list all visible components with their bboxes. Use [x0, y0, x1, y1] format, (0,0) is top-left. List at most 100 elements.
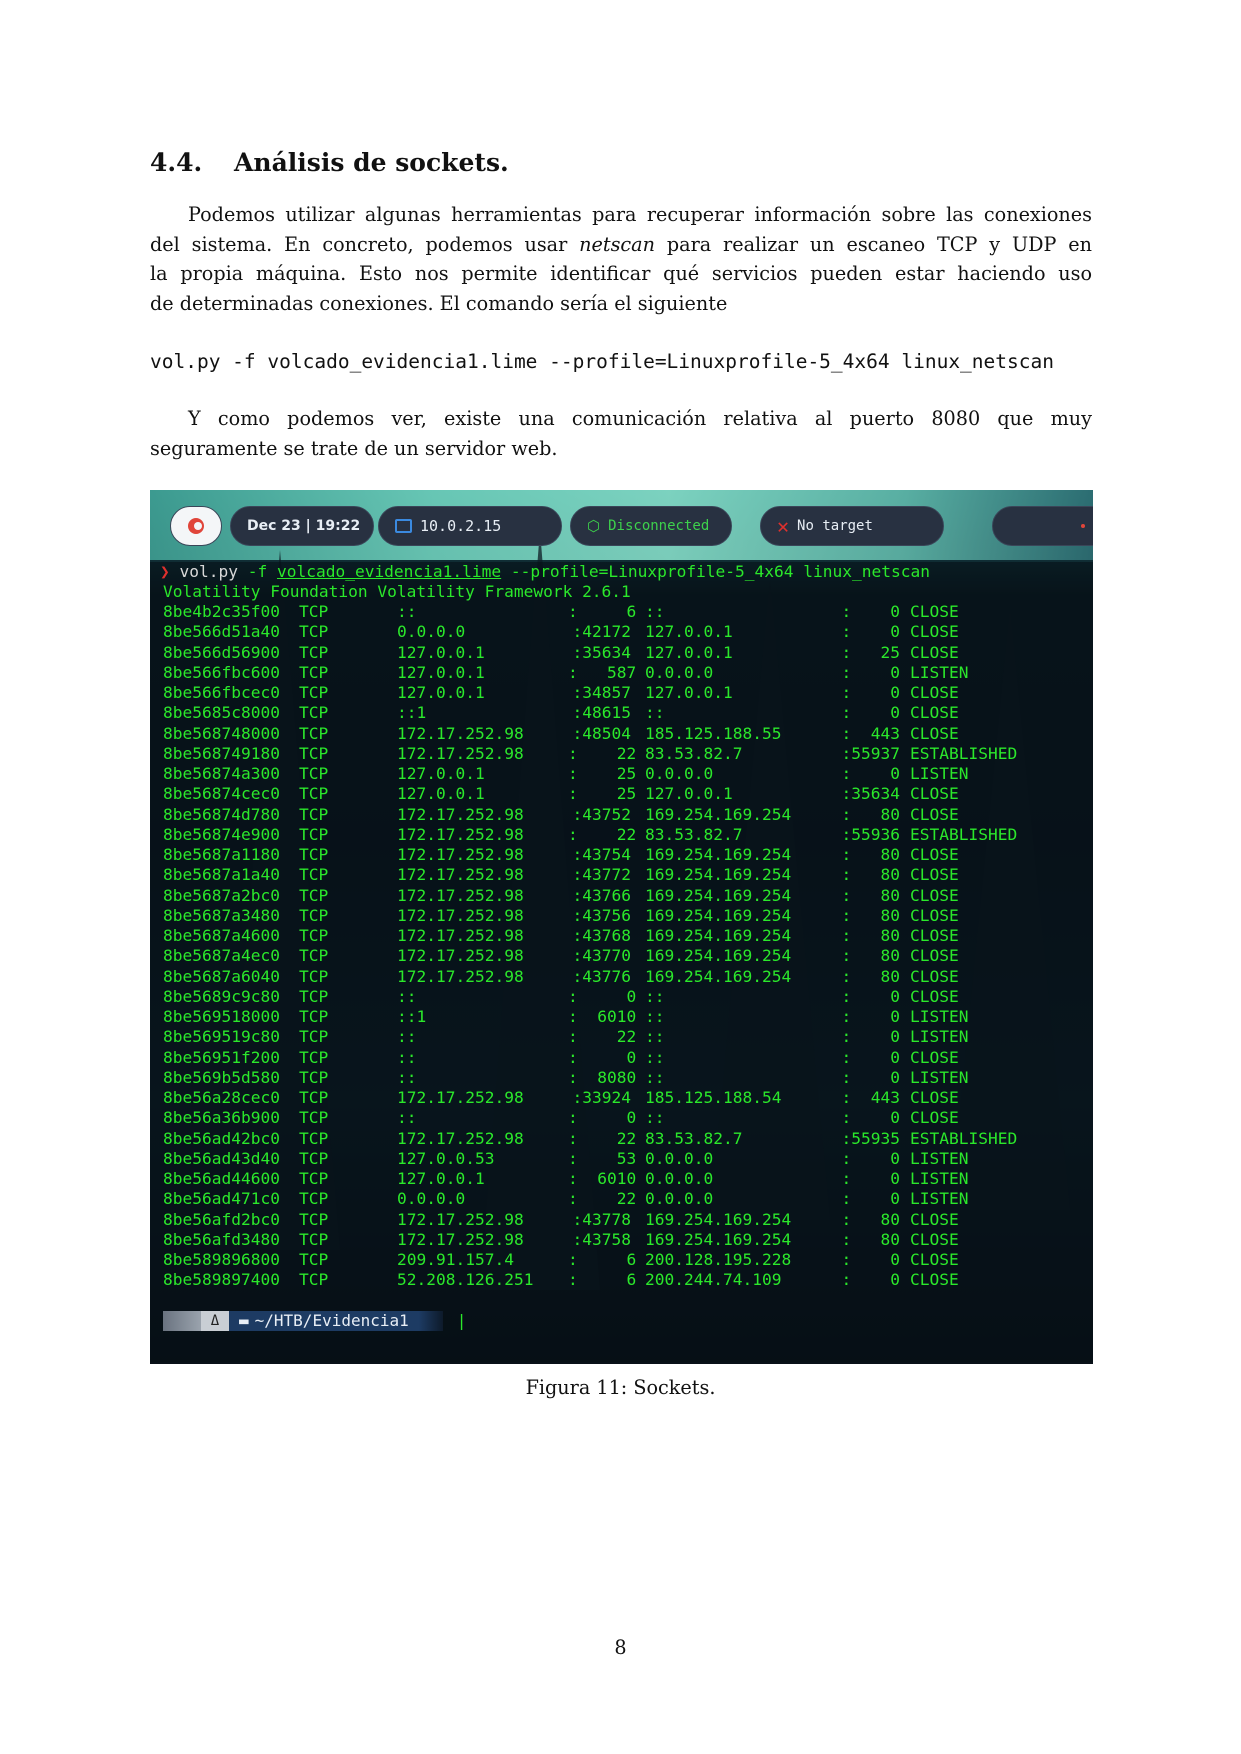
row-protocol: TCP: [299, 926, 329, 945]
row-remote-address: 169.254.169.254: [645, 845, 792, 864]
row-protocol: TCP: [299, 1209, 329, 1229]
row-remote-port: : 80: [841, 845, 900, 864]
row-local-address: 172.17.252.98: [397, 865, 524, 885]
row-local-port: :48615: [572, 703, 631, 723]
row-remote-port: :35634: [841, 784, 900, 804]
row-offset: 8be56a36b900: [163, 1108, 280, 1128]
row-protocol: TCP: [299, 845, 329, 864]
row-offset: 8be5687a4ec0: [163, 946, 280, 966]
row-local-port: :43758: [572, 1229, 631, 1249]
target-widget[interactable]: ✕ No target: [760, 506, 944, 546]
row-protocol: TCP: [299, 1270, 329, 1290]
row-offset: 8be566fbcec0: [163, 683, 280, 702]
row-protocol: TCP: [299, 1169, 329, 1188]
row-remote-address: 169.254.169.254: [645, 1229, 792, 1249]
row-local-port: : 25: [568, 784, 637, 804]
para1-line-2: del sistema. En concreto, podemos usar n…: [150, 230, 1092, 260]
row-state: CLOSE: [910, 946, 959, 966]
target-text: No target: [797, 518, 873, 534]
row-protocol: TCP: [299, 1047, 329, 1067]
row-state: CLOSE: [910, 905, 959, 925]
row-remote-address: ::: [645, 1067, 665, 1087]
row-state: CLOSE: [910, 845, 959, 864]
row-protocol: TCP: [299, 885, 329, 905]
ip-widget[interactable]: 10.0.2.15: [378, 506, 562, 546]
row-state: LISTEN: [910, 764, 969, 783]
paragraph-conclusion: Y como podemos ver, existe una comunicac…: [150, 404, 1092, 463]
row-local-address: 172.17.252.98: [397, 1128, 524, 1148]
row-state: CLOSE: [910, 1088, 959, 1107]
row-remote-address: 169.254.169.254: [645, 1209, 792, 1229]
row-protocol: TCP: [299, 1027, 329, 1047]
row-protocol: TCP: [299, 642, 329, 662]
row-remote-address: 127.0.0.1: [645, 642, 733, 662]
row-remote-address: 169.254.169.254: [645, 804, 792, 824]
row-offset: 8be566d56900: [163, 642, 280, 662]
row-state: CLOSE: [910, 784, 959, 804]
row-state: CLOSE: [910, 723, 959, 743]
row-local-port: :48504: [572, 723, 631, 743]
window-controls-widget[interactable]: [992, 506, 1093, 546]
row-local-port: : 22: [568, 743, 637, 763]
row-remote-port: : 80: [841, 1209, 900, 1229]
row-remote-address: 169.254.169.254: [645, 905, 792, 925]
prompt-segment-end: [418, 1311, 443, 1331]
row-state: CLOSE: [910, 926, 959, 945]
row-protocol: TCP: [299, 1148, 329, 1168]
row-protocol: TCP: [299, 824, 329, 844]
prompt-file: volcado_evidencia1.lime: [276, 562, 502, 581]
row-local-address: ::: [397, 986, 417, 1006]
row-state: CLOSE: [910, 1270, 959, 1290]
vpn-status-widget[interactable]: ⬡ Disconnected: [570, 506, 732, 546]
row-remote-port: : 0: [841, 703, 900, 723]
row-remote-address: 83.53.82.7: [645, 824, 743, 844]
row-remote-port: : 80: [841, 926, 900, 945]
folder-icon: ▬: [239, 1311, 249, 1330]
para1-line-3: la propia máquina. Esto nos permite iden…: [150, 262, 1092, 285]
row-remote-port: :55937: [841, 743, 900, 763]
row-offset: 8be569519c80: [163, 1027, 280, 1047]
para1-line-4: de determinadas conexiones. El comando s…: [150, 291, 728, 315]
row-local-port: :43778: [572, 1209, 631, 1229]
row-state: LISTEN: [910, 1169, 969, 1188]
row-offset: 8be56ad44600: [163, 1169, 280, 1188]
row-local-address: 127.0.0.1: [397, 683, 485, 702]
row-offset: 8be569518000: [163, 1007, 280, 1026]
top-status-bar: Dec 23 | 19:22 10.0.2.15 ⬡ Disconnected …: [150, 506, 1093, 550]
row-local-address: 127.0.0.1: [397, 1169, 485, 1188]
row-protocol: TCP: [299, 602, 329, 621]
row-local-port: :43754: [572, 845, 631, 864]
row-offset: 8be56afd2bc0: [163, 1209, 280, 1229]
terminal-screenshot: Dec 23 | 19:22 10.0.2.15 ⬡ Disconnected …: [150, 490, 1093, 1364]
row-offset: 8be5687a4600: [163, 926, 280, 945]
row-offset: 8be589897400: [163, 1270, 280, 1290]
row-remote-address: 169.254.169.254: [645, 966, 792, 986]
row-remote-port: : 0: [841, 1169, 900, 1188]
penguin-icon: Δ: [201, 1311, 229, 1331]
page-number: 8: [614, 1636, 627, 1659]
row-remote-address: 169.254.169.254: [645, 865, 792, 885]
row-local-address: ::: [397, 1108, 417, 1128]
row-remote-port: : 25: [841, 642, 900, 662]
row-remote-port: : 80: [841, 804, 900, 824]
clock-widget[interactable]: Dec 23 | 19:22: [230, 506, 374, 546]
row-remote-address: 0.0.0.0: [645, 662, 714, 682]
row-local-address: 52.208.126.251: [397, 1270, 534, 1290]
row-state: LISTEN: [910, 1027, 969, 1047]
row-state: LISTEN: [910, 1067, 969, 1087]
row-remote-address: 185.125.188.54: [645, 1088, 782, 1107]
row-state: ESTABLISHED: [910, 743, 1018, 763]
row-protocol: TCP: [299, 723, 329, 743]
row-local-address: ::1: [397, 703, 427, 723]
ip-address-text: 10.0.2.15: [420, 517, 502, 535]
menu-logo-button[interactable]: [170, 506, 222, 546]
terminal-window[interactable]: ❯ vol.py -f volcado_evidencia1.lime --pr…: [150, 562, 1093, 1362]
row-remote-port: : 0: [841, 1067, 900, 1087]
row-local-address: 172.17.252.98: [397, 885, 524, 905]
row-remote-address: 83.53.82.7: [645, 1128, 743, 1148]
terminal-cursor[interactable]: |: [457, 1311, 467, 1331]
row-protocol: TCP: [299, 743, 329, 763]
row-remote-address: 200.128.195.228: [645, 1250, 792, 1269]
row-state: CLOSE: [910, 622, 959, 642]
row-local-port: : 22: [568, 824, 637, 844]
